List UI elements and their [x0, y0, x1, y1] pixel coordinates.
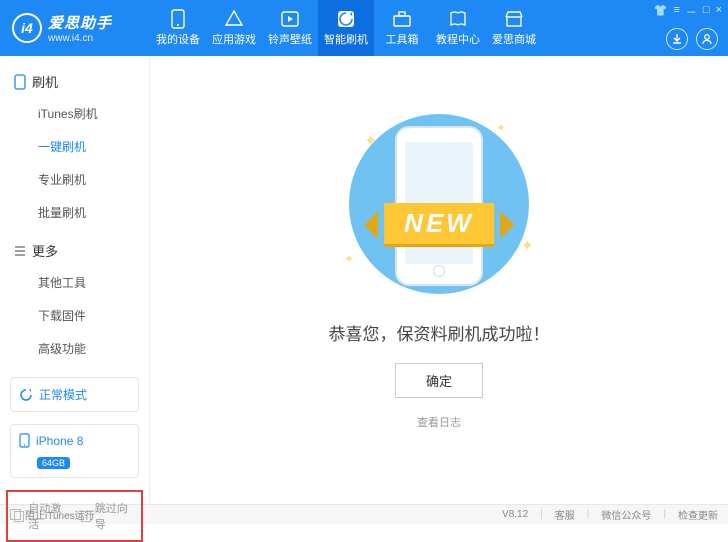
sidebar-item-other-tools[interactable]: 其他工具: [0, 266, 149, 299]
media-icon: [280, 9, 300, 29]
main-nav: 我的设备 应用游戏 铃声壁纸 智能刷机 工具箱 教程中心 爱思商城: [150, 0, 728, 56]
menu-button[interactable]: ≡: [673, 4, 679, 20]
toolbox-icon: [392, 9, 412, 29]
header-actions: [666, 28, 718, 50]
phone-icon: [14, 74, 26, 90]
menu-icon: [14, 245, 26, 257]
tab-tutorials[interactable]: 教程中心: [430, 0, 486, 56]
minimize-button[interactable]: －: [686, 4, 697, 20]
sparkle-icon: ✦: [496, 121, 506, 135]
tab-store[interactable]: 爱思商城: [486, 0, 542, 56]
close-button[interactable]: ×: [716, 4, 722, 20]
tab-my-devices[interactable]: 我的设备: [150, 0, 206, 56]
store-icon: [504, 9, 524, 29]
tab-smart-flash[interactable]: 智能刷机: [318, 0, 374, 56]
flash-icon: [336, 9, 356, 29]
app-name: 爱思助手: [48, 12, 112, 33]
sidebar-group-flash[interactable]: 刷机: [0, 66, 149, 97]
refresh-icon: [19, 388, 33, 402]
sparkle-icon: ✦: [521, 236, 534, 256]
device-icon: [168, 9, 188, 29]
maximize-button[interactable]: □: [703, 4, 710, 20]
tab-ringtones[interactable]: 铃声壁纸: [262, 0, 318, 56]
user-button[interactable]: [696, 28, 718, 50]
success-message: 恭喜您，保资料刷机成功啦！: [329, 320, 550, 345]
update-link[interactable]: 检查更新: [678, 507, 718, 522]
sidebar-item-batch-flash[interactable]: 批量刷机: [0, 196, 149, 229]
sidebar: 刷机 iTunes刷机 一键刷机 专业刷机 批量刷机 更多 其他工具 下载固件 …: [0, 56, 150, 504]
sidebar-item-pro-flash[interactable]: 专业刷机: [0, 163, 149, 196]
storage-badge: 64GB: [37, 457, 70, 469]
device-indicator[interactable]: iPhone 8 64GB: [10, 424, 139, 478]
new-ribbon: NEW: [384, 203, 494, 244]
ok-button[interactable]: 确定: [395, 363, 483, 398]
logo: i4 爱思助手 www.i4.cn: [0, 12, 150, 44]
view-log-link[interactable]: 查看日志: [417, 414, 461, 430]
sidebar-item-advanced[interactable]: 高级功能: [0, 332, 149, 365]
sidebar-item-itunes-flash[interactable]: iTunes刷机: [0, 97, 149, 130]
skin-button[interactable]: 👕: [654, 4, 668, 20]
phone-icon: [19, 433, 30, 448]
sidebar-item-oneclick-flash[interactable]: 一键刷机: [0, 130, 149, 163]
tab-toolbox[interactable]: 工具箱: [374, 0, 430, 56]
device-name: iPhone 8: [36, 434, 83, 448]
block-itunes-checkbox[interactable]: 阻止iTunes运行: [10, 507, 95, 522]
sparkle-icon: ✦: [344, 252, 354, 266]
download-button[interactable]: [666, 28, 688, 50]
window-controls: 👕 ≡ － □ ×: [654, 4, 722, 20]
tab-apps-games[interactable]: 应用游戏: [206, 0, 262, 56]
sparkle-icon: ✦: [364, 131, 377, 151]
wechat-link[interactable]: 微信公众号: [601, 507, 651, 522]
sidebar-item-download-firmware[interactable]: 下载固件: [0, 299, 149, 332]
book-icon: [448, 9, 468, 29]
main-content: NEW ✦ ✦ ✦ ✦ 恭喜您，保资料刷机成功啦！ 确定 查看日志: [150, 56, 728, 504]
version-label: V8.12: [502, 509, 528, 520]
logo-icon: i4: [12, 13, 42, 43]
sidebar-group-more[interactable]: 更多: [0, 235, 149, 266]
apps-icon: [224, 9, 244, 29]
mode-indicator[interactable]: 正常模式: [10, 377, 139, 412]
success-illustration: NEW ✦ ✦ ✦ ✦: [324, 111, 554, 296]
support-link[interactable]: 客服: [555, 507, 575, 522]
title-bar: i4 爱思助手 www.i4.cn 我的设备 应用游戏 铃声壁纸 智能刷机 工具…: [0, 0, 728, 56]
app-url: www.i4.cn: [48, 33, 112, 44]
